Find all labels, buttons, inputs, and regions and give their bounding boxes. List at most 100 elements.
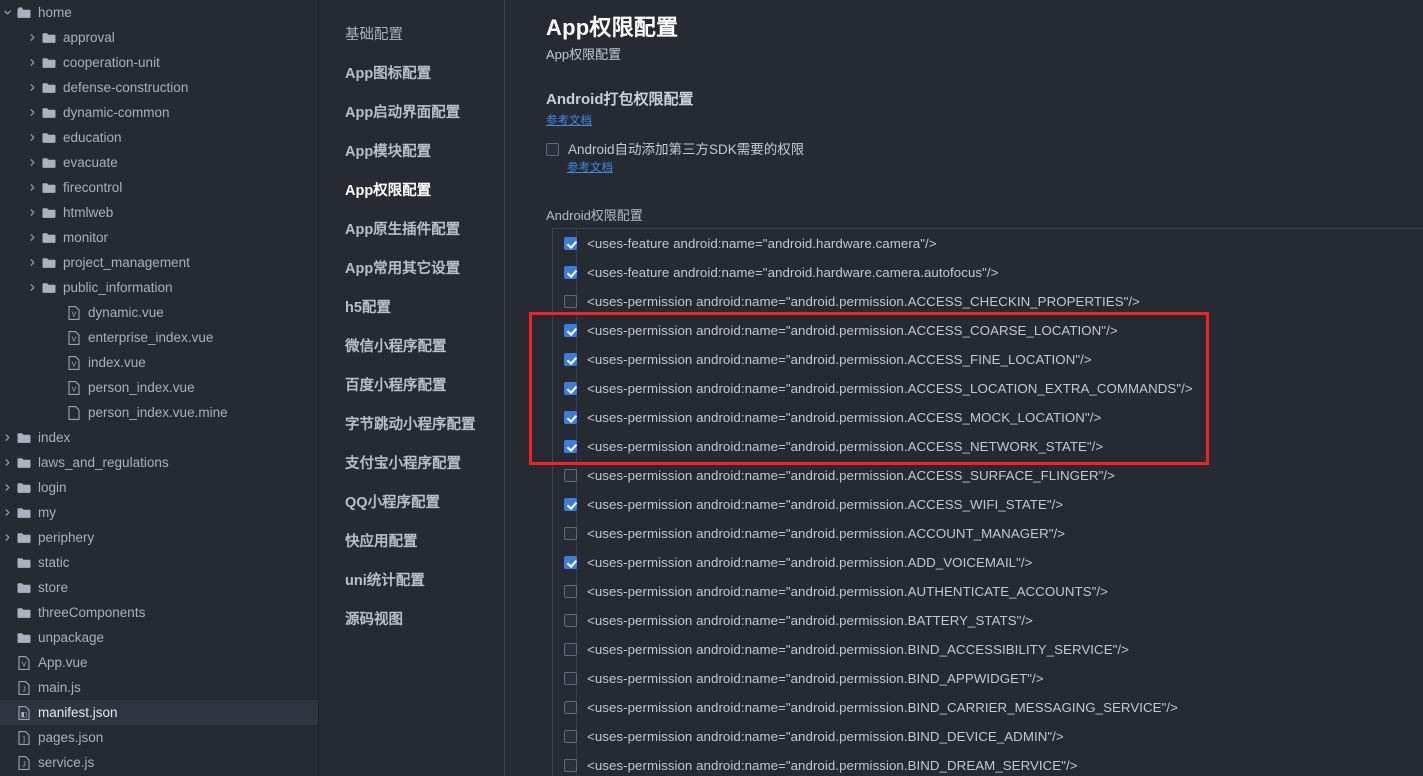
nav-item-16[interactable]: 源码视图 bbox=[319, 599, 504, 638]
nav-item-14[interactable]: 快应用配置 bbox=[319, 521, 504, 560]
tree-item-store[interactable]: store bbox=[0, 575, 318, 600]
tree-item-pages-json[interactable]: ] pages.json bbox=[0, 725, 318, 750]
permission-checkbox[interactable] bbox=[564, 353, 577, 366]
tree-item-person-index-vue[interactable]: Vperson_index.vue bbox=[0, 375, 318, 400]
permission-checkbox[interactable] bbox=[564, 701, 577, 714]
chevron-right-icon[interactable] bbox=[0, 458, 14, 467]
tree-item-service-js[interactable]: Jservice.js bbox=[0, 750, 318, 775]
tree-item-main-js[interactable]: Jmain.js bbox=[0, 675, 318, 700]
nav-item-12[interactable]: 支付宝小程序配置 bbox=[319, 443, 504, 482]
tree-item-index-vue[interactable]: Vindex.vue bbox=[0, 350, 318, 375]
permission-row[interactable]: <uses-permission android:name="android.p… bbox=[553, 577, 1423, 606]
nav-item-2[interactable]: App图标配置 bbox=[319, 53, 504, 92]
tree-item-monitor[interactable]: monitor bbox=[0, 225, 318, 250]
tree-item-index[interactable]: index bbox=[0, 425, 318, 450]
permission-checkbox[interactable] bbox=[564, 266, 577, 279]
chevron-right-icon[interactable] bbox=[25, 258, 39, 267]
permission-checkbox[interactable] bbox=[564, 440, 577, 453]
chevron-right-icon[interactable] bbox=[25, 183, 39, 192]
nav-item-15[interactable]: uni统计配置 bbox=[319, 560, 504, 599]
permission-row[interactable]: <uses-permission android:name="android.p… bbox=[553, 693, 1423, 722]
chevron-right-icon[interactable] bbox=[0, 508, 14, 517]
permission-checkbox[interactable] bbox=[564, 411, 577, 424]
sdk-doc-link[interactable]: 参考文档 bbox=[567, 161, 613, 176]
permission-row[interactable]: <uses-permission android:name="android.p… bbox=[553, 287, 1423, 316]
permission-checkbox[interactable] bbox=[564, 237, 577, 250]
tree-item-dynamic-common[interactable]: dynamic-common bbox=[0, 100, 318, 125]
permission-row[interactable]: <uses-permission android:name="android.p… bbox=[553, 751, 1423, 776]
permission-row[interactable]: <uses-permission android:name="android.p… bbox=[553, 635, 1423, 664]
permission-checkbox[interactable] bbox=[564, 324, 577, 337]
nav-item-6[interactable]: App原生插件配置 bbox=[319, 209, 504, 248]
permission-row[interactable]: <uses-feature android:name="android.hard… bbox=[553, 258, 1423, 287]
nav-item-11[interactable]: 字节跳动小程序配置 bbox=[319, 404, 504, 443]
permission-checkbox[interactable] bbox=[564, 498, 577, 511]
sdk-auto-add-checkbox[interactable] bbox=[546, 143, 559, 156]
nav-item-8[interactable]: h5配置 bbox=[319, 287, 504, 326]
tree-item-enterprise-index-vue[interactable]: Venterprise_index.vue bbox=[0, 325, 318, 350]
chevron-right-icon[interactable] bbox=[0, 533, 14, 542]
permission-checkbox[interactable] bbox=[564, 643, 577, 656]
permission-row[interactable]: <uses-feature android:name="android.hard… bbox=[553, 229, 1423, 258]
chevron-right-icon[interactable] bbox=[25, 83, 39, 92]
tree-item-defense-construction[interactable]: defense-construction bbox=[0, 75, 318, 100]
tree-item-approval[interactable]: approval bbox=[0, 25, 318, 50]
chevron-right-icon[interactable] bbox=[25, 208, 39, 217]
chevron-right-icon[interactable] bbox=[25, 233, 39, 242]
tree-item-periphery[interactable]: periphery bbox=[0, 525, 318, 550]
tree-item-firecontrol[interactable]: firecontrol bbox=[0, 175, 318, 200]
chevron-right-icon[interactable] bbox=[0, 433, 14, 442]
permission-checkbox[interactable] bbox=[564, 469, 577, 482]
permission-row[interactable]: <uses-permission android:name="android.p… bbox=[553, 403, 1423, 432]
tree-item-project-management[interactable]: project_management bbox=[0, 250, 318, 275]
tree-item-laws-and-regulations[interactable]: laws_and_regulations bbox=[0, 450, 318, 475]
permission-checkbox[interactable] bbox=[564, 585, 577, 598]
permission-row[interactable]: <uses-permission android:name="android.p… bbox=[553, 461, 1423, 490]
nav-item-10[interactable]: 百度小程序配置 bbox=[319, 365, 504, 404]
nav-item-4[interactable]: App模块配置 bbox=[319, 131, 504, 170]
nav-item-5[interactable]: App权限配置 bbox=[319, 170, 504, 209]
permission-list[interactable]: <uses-feature android:name="android.hard… bbox=[552, 228, 1423, 776]
permission-row[interactable]: <uses-permission android:name="android.p… bbox=[553, 548, 1423, 577]
permission-checkbox[interactable] bbox=[564, 614, 577, 627]
chevron-right-icon[interactable] bbox=[25, 158, 39, 167]
nav-item-3[interactable]: App启动界面配置 bbox=[319, 92, 504, 131]
chevron-right-icon[interactable] bbox=[0, 483, 14, 492]
tree-item-evacuate[interactable]: evacuate bbox=[0, 150, 318, 175]
tree-item-threecomponents[interactable]: threeComponents bbox=[0, 600, 318, 625]
tree-item-home[interactable]: home bbox=[0, 0, 318, 25]
tree-item-public-information[interactable]: public_information bbox=[0, 275, 318, 300]
permission-checkbox[interactable] bbox=[564, 759, 577, 772]
permission-checkbox[interactable] bbox=[564, 295, 577, 308]
tree-item-htmlweb[interactable]: htmlweb bbox=[0, 200, 318, 225]
permission-row[interactable]: <uses-permission android:name="android.p… bbox=[553, 490, 1423, 519]
permission-checkbox[interactable] bbox=[564, 730, 577, 743]
chevron-right-icon[interactable] bbox=[25, 108, 39, 117]
section-doc-link[interactable]: 参考文档 bbox=[546, 114, 592, 129]
permission-checkbox[interactable] bbox=[564, 672, 577, 685]
tree-item-dynamic-vue[interactable]: Vdynamic.vue bbox=[0, 300, 318, 325]
permission-row[interactable]: <uses-permission android:name="android.p… bbox=[553, 606, 1423, 635]
chevron-right-icon[interactable] bbox=[25, 283, 39, 292]
nav-item-1[interactable]: 基础配置 bbox=[319, 14, 504, 53]
permission-row[interactable]: <uses-permission android:name="android.p… bbox=[553, 519, 1423, 548]
permission-row[interactable]: <uses-permission android:name="android.p… bbox=[553, 722, 1423, 751]
permission-checkbox[interactable] bbox=[564, 527, 577, 540]
tree-item-login[interactable]: login bbox=[0, 475, 318, 500]
chevron-right-icon[interactable] bbox=[25, 33, 39, 42]
permission-row[interactable]: <uses-permission android:name="android.p… bbox=[553, 374, 1423, 403]
tree-item-my[interactable]: my bbox=[0, 500, 318, 525]
nav-item-13[interactable]: QQ小程序配置 bbox=[319, 482, 504, 521]
chevron-down-icon[interactable] bbox=[0, 8, 14, 17]
permission-row[interactable]: <uses-permission android:name="android.p… bbox=[553, 316, 1423, 345]
tree-item-cooperation-unit[interactable]: cooperation-unit bbox=[0, 50, 318, 75]
file-explorer-sidebar[interactable]: home approval cooperation-unit defense-cons… bbox=[0, 0, 318, 776]
chevron-right-icon[interactable] bbox=[25, 58, 39, 67]
permission-checkbox[interactable] bbox=[564, 382, 577, 395]
tree-item-app-vue[interactable]: V App.vue bbox=[0, 650, 318, 675]
permission-row[interactable]: <uses-permission android:name="android.p… bbox=[553, 345, 1423, 374]
permission-row[interactable]: <uses-permission android:name="android.p… bbox=[553, 664, 1423, 693]
tree-item-manifest-json[interactable]: ◧ manifest.json bbox=[0, 700, 318, 725]
chevron-right-icon[interactable] bbox=[25, 133, 39, 142]
nav-item-7[interactable]: App常用其它设置 bbox=[319, 248, 504, 287]
